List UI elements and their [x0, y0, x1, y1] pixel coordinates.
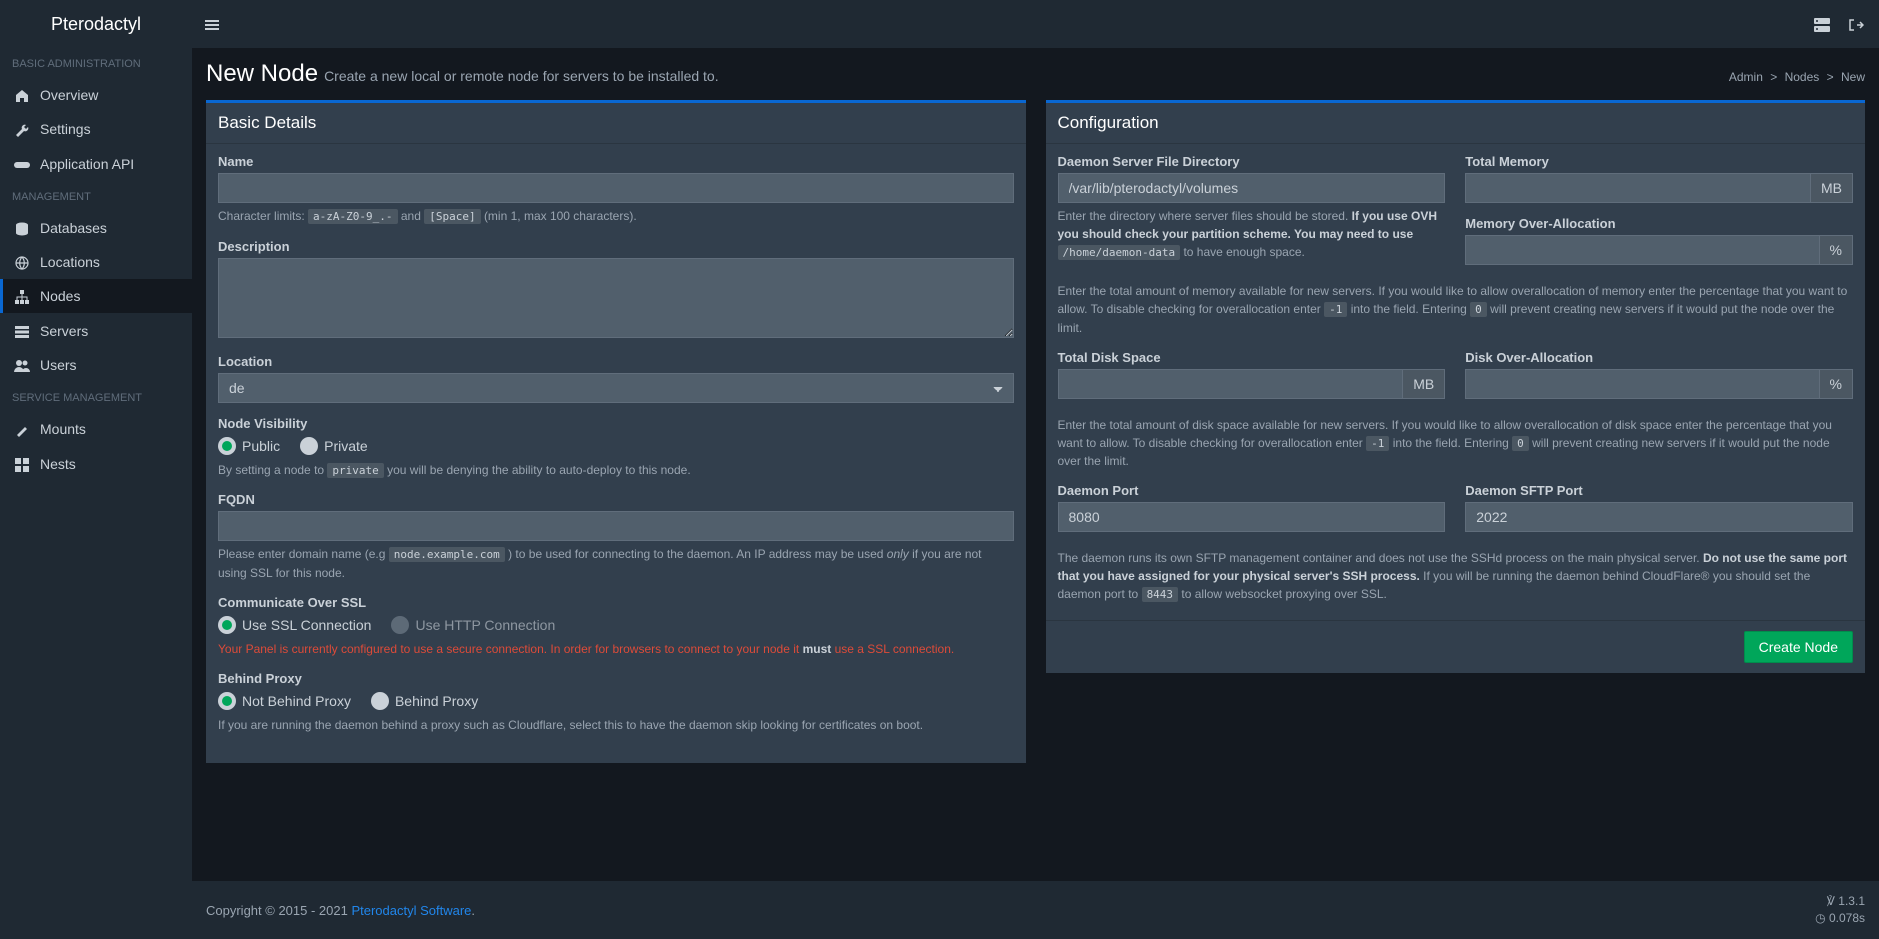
disk-label: Total Disk Space [1058, 350, 1446, 365]
sidebar-item-api[interactable]: Application API [0, 147, 192, 181]
version-icon: ℣ [1827, 894, 1835, 908]
sidebar-label: Overview [40, 87, 98, 103]
create-node-button[interactable]: Create Node [1744, 631, 1853, 663]
daemon-port-label: Daemon Port [1058, 483, 1446, 498]
sftp-port-input[interactable] [1465, 502, 1853, 532]
server-icon[interactable] [1814, 16, 1830, 32]
home-icon [14, 87, 30, 103]
footer-link[interactable]: Pterodactyl Software [351, 903, 471, 918]
render-time: 0.078s [1829, 911, 1865, 925]
sidebar-label: Servers [40, 323, 88, 339]
daemon-dir-input[interactable] [1058, 173, 1446, 203]
name-input[interactable] [218, 173, 1014, 203]
sidebar-item-settings[interactable]: Settings [0, 112, 192, 146]
sidebar-item-nests[interactable]: Nests [0, 446, 192, 480]
memory-label: Total Memory [1465, 154, 1853, 169]
visibility-help: By setting a node to private you will be… [218, 461, 1014, 480]
ssl-label: Communicate Over SSL [218, 595, 1014, 610]
visibility-label: Node Visibility [218, 416, 1014, 431]
sidebar-header: SERVICE MANAGEMENT [0, 382, 192, 412]
proxy-not-behind-radio[interactable]: Not Behind Proxy [218, 692, 351, 710]
visibility-public-radio[interactable]: Public [218, 437, 280, 455]
breadcrumb: Admin > Nodes > New [1729, 70, 1865, 84]
daemon-port-input[interactable] [1058, 502, 1446, 532]
sidebar-header: BASIC ADMINISTRATION [0, 48, 192, 78]
brand-logo[interactable]: Pterodactyl [0, 0, 192, 48]
memory-help: Enter the total amount of memory availab… [1058, 282, 1854, 337]
breadcrumb-nodes[interactable]: Nodes [1785, 70, 1820, 84]
globe-icon [14, 254, 30, 270]
location-select[interactable]: de [218, 373, 1014, 403]
fqdn-help: Please enter domain name (e.g node.examp… [218, 545, 1014, 582]
fqdn-input[interactable] [218, 511, 1014, 541]
database-icon [14, 220, 30, 236]
gamepad-icon [14, 156, 30, 172]
memory-over-label: Memory Over-Allocation [1465, 216, 1853, 231]
sidebar-label: Users [40, 357, 77, 373]
ssl-http-radio[interactable]: Use HTTP Connection [391, 616, 555, 634]
version: 1.3.1 [1838, 894, 1865, 908]
description-label: Description [218, 239, 1014, 254]
exit-icon[interactable] [1848, 16, 1864, 32]
sidebar: BASIC ADMINISTRATION Overview Settings A… [0, 48, 192, 939]
disk-addon: MB [1403, 369, 1445, 399]
sftp-help: The daemon runs its own SFTP management … [1058, 549, 1854, 604]
sidebar-label: Settings [40, 121, 91, 137]
visibility-private-radio[interactable]: Private [300, 437, 368, 455]
proxy-label: Behind Proxy [218, 671, 1014, 686]
sidebar-item-locations[interactable]: Locations [0, 245, 192, 279]
disk-help: Enter the total amount of disk space ava… [1058, 416, 1854, 471]
disk-over-label: Disk Over-Allocation [1465, 350, 1853, 365]
proxy-behind-radio[interactable]: Behind Proxy [371, 692, 478, 710]
sidebar-item-mounts[interactable]: Mounts [0, 412, 192, 446]
sidebar-item-nodes[interactable]: Nodes [0, 279, 192, 313]
th-large-icon [14, 455, 30, 471]
server-icon [14, 322, 30, 338]
memory-input[interactable] [1465, 173, 1811, 203]
sidebar-header: MANAGEMENT [0, 181, 192, 211]
ssl-warning: Your Panel is currently configured to us… [218, 640, 1014, 658]
memory-over-input[interactable] [1465, 235, 1819, 265]
proxy-help: If you are running the daemon behind a p… [218, 716, 1014, 734]
name-label: Name [218, 154, 1014, 169]
breadcrumb-admin[interactable]: Admin [1729, 70, 1763, 84]
panel-title: Basic Details [206, 103, 1026, 144]
clock-icon: ◷ [1815, 911, 1825, 925]
sidebar-toggle[interactable] [192, 16, 232, 32]
page-subtitle: Create a new local or remote node for se… [324, 68, 719, 84]
disk-over-input[interactable] [1465, 369, 1819, 399]
basic-details-panel: Basic Details Name Character limits: a-z… [206, 100, 1026, 763]
sftp-port-label: Daemon SFTP Port [1465, 483, 1853, 498]
breadcrumb-new: New [1841, 70, 1865, 84]
disk-input[interactable] [1058, 369, 1404, 399]
ssl-use-radio[interactable]: Use SSL Connection [218, 616, 371, 634]
sidebar-label: Application API [40, 156, 134, 172]
footer: Copyright © 2015 - 2021 Pterodactyl Soft… [192, 881, 1879, 939]
sidebar-label: Nodes [40, 288, 80, 304]
location-label: Location [218, 354, 1014, 369]
configuration-panel: Configuration Daemon Server File Directo… [1046, 100, 1866, 673]
sidebar-label: Databases [40, 220, 107, 236]
sidebar-item-databases[interactable]: Databases [0, 211, 192, 245]
memory-addon: MB [1811, 173, 1853, 203]
sidebar-label: Nests [40, 456, 76, 472]
sidebar-label: Mounts [40, 421, 86, 437]
fqdn-label: FQDN [218, 492, 1014, 507]
daemon-dir-help: Enter the directory where server files s… [1058, 207, 1446, 262]
name-help: Character limits: a-zA-Z0-9_.- and [Spac… [218, 207, 1014, 226]
sidebar-item-overview[interactable]: Overview [0, 78, 192, 112]
sidebar-item-users[interactable]: Users [0, 348, 192, 382]
sitemap-icon [14, 288, 30, 304]
page-title: New Node [206, 60, 318, 88]
sidebar-item-servers[interactable]: Servers [0, 313, 192, 347]
daemon-dir-label: Daemon Server File Directory [1058, 154, 1446, 169]
magic-icon [14, 421, 30, 437]
users-icon [14, 357, 30, 373]
wrench-icon [14, 121, 30, 137]
sidebar-label: Locations [40, 254, 100, 270]
disk-over-addon: % [1820, 369, 1853, 399]
memory-over-addon: % [1820, 235, 1853, 265]
panel-title: Configuration [1046, 103, 1866, 144]
description-input[interactable] [218, 258, 1014, 338]
